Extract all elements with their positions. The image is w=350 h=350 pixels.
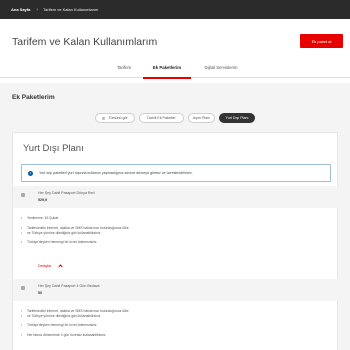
page-title: Tarifem ve Kalan Kullanımlarım (12, 36, 158, 48)
tab-bar: Tarifem Ek Paketlerim Dijital Servisleri… (0, 56, 350, 79)
feature-item: Türkiye'deyken hemengi bir ücret ödemezs… (21, 323, 97, 328)
feature-item: Her fatura döneminde 4 gün ücretsiz kull… (21, 333, 106, 338)
breadcrumb-separator: › (36, 6, 39, 13)
feature-item: Tarifenizdeki internet, dakika ve SMS ha… (21, 226, 129, 231)
chevron-up-icon (58, 264, 64, 269)
filter-label: Tümünü gör (108, 116, 128, 120)
package-icon (21, 286, 25, 290)
filter-roaming-plan[interactable]: Yurt Dışı Planı (219, 113, 255, 123)
tab-addon-packages[interactable]: Ek Paketlerim (143, 56, 191, 79)
alert-text: Yurt dışı paketleri yurt dışında kullanı… (39, 171, 193, 175)
package-price: 529,9 (38, 198, 47, 202)
home-link[interactable]: Ana Sayfa (11, 7, 30, 12)
top-navigation-bar: Ana Sayfa › Tarifem ve Kalan Kullanımlar… (0, 0, 350, 19)
info-alert: i Yurt dışı paketleri yurt dışında kulla… (21, 164, 331, 182)
package-name: Her Şey Dahil Pasaport Dünya Red (38, 191, 95, 195)
section-title: Ek Paketlerim (12, 94, 55, 101)
filter-all[interactable]: Tümünü gör (95, 113, 135, 123)
feature-item: Yenilenme: 16 Şubat (21, 216, 58, 221)
feature-item: Türkiye'deyken hemengi bir ücret ödemezs… (21, 240, 97, 245)
package-price: 50 (38, 291, 42, 295)
package-icon (21, 193, 25, 197)
details-label: Detaylar (38, 263, 52, 268)
tab-digital-services[interactable]: Dijital Servislerim (195, 56, 247, 78)
package-name: Her Şey Dahil Pasaport 4 Gün Bedava (38, 284, 100, 288)
info-icon: i (28, 170, 33, 176)
package-row: Her Şey Dahil Pasaport 4 Gün Bedava 50 (13, 279, 339, 301)
filter-dot-icon (102, 116, 106, 120)
roaming-plan-card: Yurt Dışı Planı i Yurt dışı paketleri yu… (12, 132, 339, 350)
feature-item-continued: ve Türkiye yönüne dilediğiniz gibi kulla… (21, 314, 100, 319)
breadcrumb-current: Tarifem ve Kalan Kullanımlarım (43, 7, 99, 12)
feature-item-continued: ve Türkiye yönüne dilediğiniz gibi kulla… (21, 231, 100, 236)
feature-item: Tarifenizdeki internet, dakika ve SMS ha… (21, 309, 129, 314)
buy-addon-button[interactable]: Ek paket al (300, 34, 343, 48)
package-row: Her Şey Dahil Pasaport Dünya Red 529,9 (13, 186, 339, 208)
card-title: Yurt Dışı Planı (23, 143, 84, 154)
filter-included-addons[interactable]: Dahili Ek Paketler (139, 113, 184, 123)
filter-overage-plan[interactable]: Aşım Planı (188, 113, 215, 123)
details-toggle[interactable]: Detaylar (38, 263, 64, 269)
tab-tariff[interactable]: Tarifem (105, 56, 143, 78)
